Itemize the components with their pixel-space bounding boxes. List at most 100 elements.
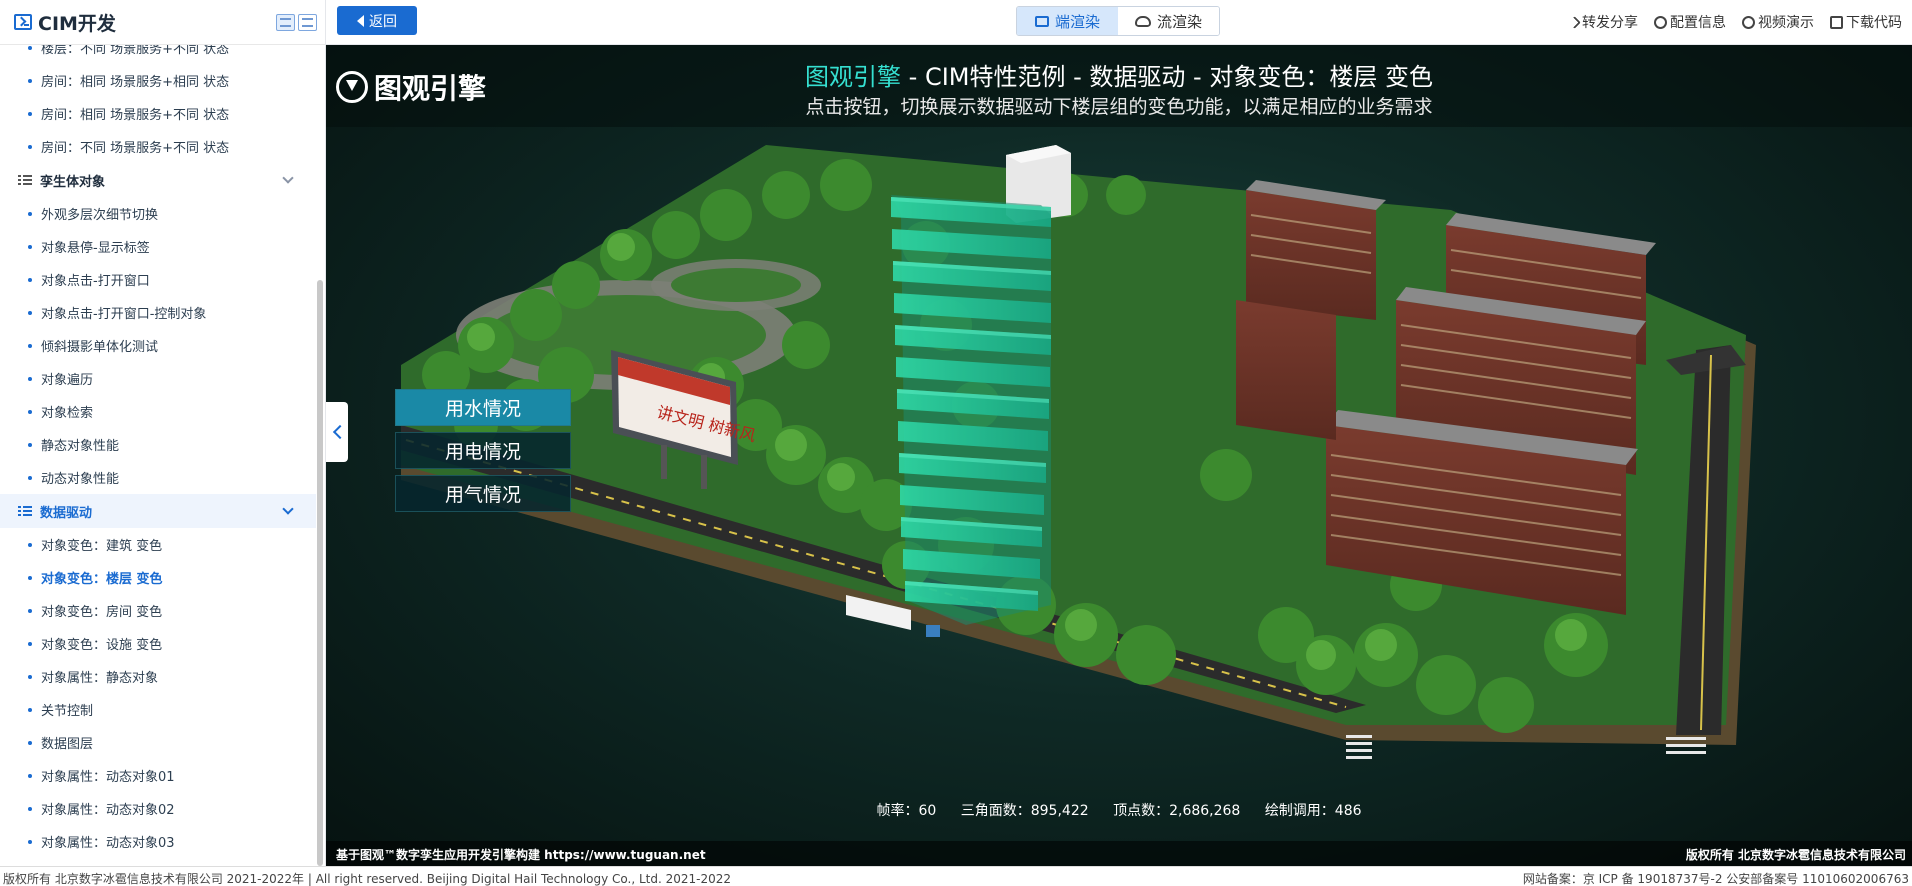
sidebar-item[interactable]: 对象遍历 (0, 362, 316, 395)
app-root: CIM开发 楼层：不同 场景服务+不同 状态 房间：相同 场景服务+相同 状态 … (0, 0, 1912, 886)
chevron-left-icon (332, 424, 347, 440)
cloud-icon (1134, 15, 1151, 27)
bullet-icon (28, 740, 32, 745)
image-view-icon (302, 17, 313, 27)
sidebar-item[interactable]: 对象属性：动态对象03 (0, 825, 316, 858)
sidebar-item-label: 动态对象性能 (41, 472, 120, 487)
sidebar-item[interactable]: 外观多层次细节切换 (0, 197, 316, 230)
back-button-label: 返回 (369, 13, 397, 30)
sidebar-group-twin[interactable]: 孪生体对象 (0, 163, 316, 197)
sidebar-group-data[interactable]: 数据驱动 (0, 494, 316, 528)
sidebar-item[interactable]: 对象变色：设施 变色 (0, 627, 316, 660)
list-icon (18, 175, 32, 185)
sidebar-item-label: 房间：相同 场景服务+相同 状态 (41, 75, 230, 90)
sidebar-item[interactable]: 对象点击-打开窗口-控制对象 (0, 296, 316, 329)
bullet-icon (28, 608, 32, 613)
bullet-icon (28, 310, 32, 315)
sidebar-item[interactable]: 对象变色：房间 变色 (0, 594, 316, 627)
bullet-icon (28, 839, 32, 844)
sidebar-title: CIM开发 (38, 12, 116, 35)
water-usage-button[interactable]: 用水情况 (395, 389, 571, 426)
scene-title-rest: - CIM特性范例 - 数据驱动 - 对象变色：楼层 变色 (901, 63, 1433, 91)
bullet-icon (28, 674, 32, 679)
sidebar-item-label: 关节控制 (41, 704, 94, 719)
tab-label: 流渲染 (1156, 12, 1202, 31)
sidebar-item[interactable]: 对象变色：建筑 变色 (0, 528, 316, 561)
sidebar-item[interactable]: 对象属性：静态对象 (0, 660, 316, 693)
terminal-icon (14, 14, 32, 30)
back-button[interactable]: 返回 (337, 6, 417, 35)
sidebar-item[interactable]: 动态对象性能 (0, 461, 316, 494)
back-arrow-icon (357, 14, 364, 27)
scene-subtitle: 点击按钮，切换展示数据驱动下楼层组的变色功能，以满足相应的业务需求 (805, 96, 1433, 118)
sidebar-item[interactable]: 房间：相同 场景服务+相同 状态 (0, 64, 316, 97)
render-stats: 帧率：60 三角面数：895,422 顶点数：2,686,268 绘制调用：48… (326, 800, 1912, 820)
chevron-down-icon (282, 172, 294, 184)
billboard-leg (701, 455, 707, 489)
bullet-icon (28, 575, 32, 580)
sidebar-item[interactable]: 房间：相同 场景服务+不同 状态 (0, 97, 316, 130)
sidebar-item-label: 对象属性：动态对象01 (41, 770, 175, 785)
scene-title: 图观引擎 - CIM特性范例 - 数据驱动 - 对象变色：楼层 变色 (326, 57, 1912, 92)
config-link[interactable]: 配置信息 (1654, 12, 1726, 32)
sidebar-item-label: 对象点击-打开窗口 (41, 274, 150, 289)
scene-title-accent: 图观引擎 (805, 63, 902, 91)
sidebar-item-label: 对象属性：静态对象 (41, 671, 159, 686)
sidebar-item-active[interactable]: 对象变色：楼层 变色 (0, 561, 316, 594)
sidebar-item-label: 倾斜摄影单体化测试 (41, 340, 159, 355)
collapse-sidebar-button[interactable] (326, 402, 348, 462)
sidebar-item[interactable]: 数据图层 (0, 726, 316, 759)
electricity-usage-button[interactable]: 用电情况 (395, 432, 571, 469)
sidebar-item-label: 数据图层 (41, 737, 94, 752)
image-view-toggle[interactable] (298, 13, 317, 31)
sidebar-item[interactable]: 对象属性：动态对象01 (0, 759, 316, 792)
toolbar: 返回 端渲染 流渲染 转发分享 配置信息 视频演示 下载代码 (326, 0, 1912, 45)
sidebar-item[interactable]: 对象检索 (0, 395, 316, 428)
download-link[interactable]: 下载代码 (1830, 12, 1902, 32)
sidebar-header: CIM开发 (0, 0, 325, 45)
config-label: 配置信息 (1670, 15, 1726, 31)
page-footer: 版权所有 北京数字冰雹信息技术有限公司 2021-2022年 | All rig… (0, 866, 1912, 886)
video-link[interactable]: 视频演示 (1742, 12, 1814, 32)
tab-client-render[interactable]: 端渲染 (1017, 7, 1118, 35)
icp-record[interactable]: 网站备案：京 ICP 备 19018737号-2 公安部备案号 11010602… (1523, 870, 1909, 886)
viewport-copyright: 版权所有 北京数字冰雹信息技术有限公司 (1685, 848, 1906, 862)
billboard-leg (661, 445, 667, 479)
toolbar-links: 转发分享 配置信息 视频演示 下载代码 (1568, 0, 1902, 44)
sidebar-item[interactable]: 静态对象性能 (0, 428, 316, 461)
sidebar-item-label: 对象属性：动态对象02 (41, 803, 175, 818)
bullet-icon (28, 475, 32, 480)
sidebar-group-label: 孪生体对象 (40, 174, 106, 190)
sidebar-item[interactable]: 对象悬停-显示标签 (0, 230, 316, 263)
sidebar: CIM开发 楼层：不同 场景服务+不同 状态 房间：相同 场景服务+相同 状态 … (0, 0, 326, 866)
sidebar-item-label: 对象检索 (41, 406, 94, 421)
highlighted-floor-building[interactable] (891, 195, 1051, 625)
list-view-toggle[interactable] (276, 13, 295, 31)
sidebar-item-label: 房间：相同 场景服务+不同 状态 (41, 108, 230, 123)
bullet-icon (28, 244, 32, 249)
sidebar-item[interactable]: 楼层：不同 场景服务+不同 状态 (0, 45, 316, 64)
bullet-icon (28, 211, 32, 216)
sidebar-item-label: 对象悬停-显示标签 (41, 241, 150, 256)
sidebar-item-label: 外观多层次细节切换 (41, 208, 159, 223)
bullet-icon (28, 111, 32, 116)
tab-stream-render[interactable]: 流渲染 (1118, 7, 1219, 35)
scene-viewport[interactable]: 讲文明 树新风 图观引擎 图观引擎 - CIM特性范例 - 数据驱动 - 对象变… (326, 45, 1912, 866)
engine-credit: 基于图观™数字孪生应用开发引擎构建 https://www.tuguan.net (336, 848, 706, 862)
sidebar-scrollbar[interactable] (317, 280, 323, 866)
sidebar-item-label: 对象变色：建筑 变色 (41, 539, 163, 554)
sidebar-item[interactable]: 关节控制 (0, 693, 316, 726)
sidebar-item[interactable]: 对象点击-打开窗口 (0, 263, 316, 296)
gas-usage-button[interactable]: 用气情况 (395, 475, 571, 512)
download-icon (1830, 15, 1843, 29)
sidebar-item[interactable]: 倾斜摄影单体化测试 (0, 329, 316, 362)
bullet-icon (28, 773, 32, 778)
bullet-icon (28, 409, 32, 414)
bullet-icon (28, 442, 32, 447)
sidebar-item[interactable]: 对象属性：动态对象02 (0, 792, 316, 825)
park-lawn (671, 268, 801, 302)
sidebar-menu: 楼层：不同 场景服务+不同 状态 房间：相同 场景服务+相同 状态 房间：相同 … (0, 45, 316, 866)
share-link[interactable]: 转发分享 (1568, 12, 1638, 32)
sidebar-item[interactable]: 房间：不同 场景服务+不同 状态 (0, 130, 316, 163)
page-copyright: 版权所有 北京数字冰雹信息技术有限公司 2021-2022年 | All rig… (3, 872, 732, 886)
